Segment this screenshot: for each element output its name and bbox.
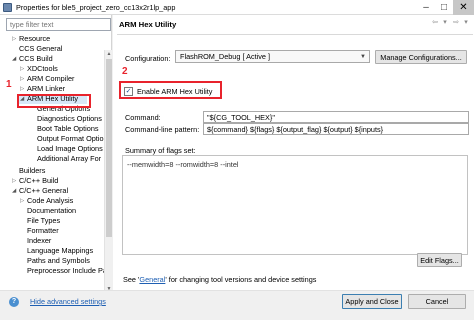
help-icon[interactable]: ? [9, 297, 19, 307]
tree-item-label: CCS Build [19, 54, 53, 63]
settings-pane: ARM Hex Utility ⇦ ▾ ⇨ ▾ Configuration: F… [113, 15, 474, 290]
tree-item-preprocessor-include-paths[interactable]: Preprocessor Include Pa [0, 266, 104, 276]
pattern-field[interactable]: ${command} ${flags} ${output_flag} ${out… [203, 123, 469, 135]
history-nav: ⇦ ▾ ⇨ ▾ [430, 18, 472, 28]
summary-label: Summary of flags set: [125, 146, 196, 155]
tree-item-label: Indexer [27, 236, 52, 245]
expand-arrow-icon[interactable]: ▷ [20, 74, 26, 82]
manage-configurations-button[interactable]: Manage Configurations... [375, 50, 467, 64]
tree-item-cpp-build[interactable]: ▷ C/C++ Build [0, 176, 104, 186]
tree-item-label: Additional Array For [37, 154, 102, 163]
tree-item-indexer[interactable]: Indexer [0, 236, 104, 246]
tree-item-label: Output Format Options [37, 134, 104, 143]
configuration-value: FlashROM_Debug [ Active ] [180, 52, 271, 61]
tree-item-paths-and-symbols[interactable]: Paths and Symbols [0, 256, 104, 266]
edit-flags-button[interactable]: Edit Flags... [417, 253, 462, 267]
maximize-icon[interactable]: □ [435, 0, 453, 15]
back-icon[interactable]: ⇦ [430, 18, 440, 28]
see-general-note: See 'General' for changing tool versions… [123, 275, 316, 284]
tree-item-diagnostics-options[interactable]: Diagnostics Options [0, 114, 104, 124]
tree-item-label: Resource [19, 34, 51, 43]
annotation-number-2: 2 [122, 66, 128, 77]
tree-item-ccs-general[interactable]: CCS General [0, 44, 104, 54]
hide-advanced-settings-link[interactable]: Hide advanced settings [30, 297, 106, 306]
window-titlebar: Properties for ble5_project_zero_cc13x2r… [0, 0, 474, 15]
tree-item-label: Paths and Symbols [27, 256, 90, 265]
tree-item-label: Documentation [27, 206, 77, 215]
expand-arrow-icon[interactable]: ▷ [20, 84, 26, 92]
filter-input[interactable] [6, 18, 111, 31]
summary-text: --memwidth=8 --romwidth=8 --intel [127, 160, 239, 169]
tree-item-additional-array-for[interactable]: Additional Array For [0, 154, 104, 164]
header-divider [117, 34, 473, 35]
tree-item-arm-linker[interactable]: ▷ ARM Linker [0, 84, 104, 94]
see-note-prefix: See ' [123, 275, 140, 284]
tree-item-language-mappings[interactable]: Language Mappings [0, 246, 104, 256]
annotation-number-1: 1 [6, 79, 12, 90]
forward-icon[interactable]: ⇨ [451, 18, 461, 28]
window-title: Properties for ble5_project_zero_cc13x2r… [16, 3, 176, 12]
expand-arrow-icon[interactable]: ▷ [12, 34, 18, 42]
collapse-arrow-icon[interactable]: ◢ [12, 186, 18, 194]
dialog-footer: ? Hide advanced settings Apply and Close… [0, 290, 474, 320]
tree-item-label: Language Mappings [27, 246, 94, 255]
tree-item-label: ARM Linker [27, 84, 66, 93]
tree-item-label: Builders [19, 166, 46, 175]
tree-item-label: CCS General [19, 44, 63, 53]
highlight-box-checkbox [119, 81, 222, 99]
tree-item-label: Code Analysis [27, 196, 74, 205]
expand-arrow-icon[interactable]: ▷ [12, 176, 18, 184]
tree-item-resource[interactable]: ▷ Resource [0, 34, 104, 44]
tree-item-cpp-general[interactable]: ◢ C/C++ General [0, 186, 104, 196]
tree-item-label: C/C++ General [19, 186, 69, 195]
close-icon[interactable]: ✕ [453, 0, 474, 15]
tree-item-label: Diagnostics Options [37, 114, 102, 123]
tree-item-boot-table-options[interactable]: Boot Table Options [0, 124, 104, 134]
forward-menu-icon[interactable]: ▾ [461, 18, 471, 28]
tree-item-load-image-options[interactable]: Load Image Options [0, 144, 104, 154]
tree-item-documentation[interactable]: Documentation [0, 206, 104, 216]
apply-and-close-button[interactable]: Apply and Close [342, 294, 402, 309]
general-link[interactable]: General [139, 275, 165, 284]
property-tree: ▷ Resource CCS General ◢ CCS Build ▷ XDC… [0, 34, 104, 290]
tree-item-label: File Types [27, 216, 61, 225]
tree-item-code-analysis[interactable]: ▷ Code Analysis [0, 196, 104, 206]
pattern-label: Command-line pattern: [125, 125, 200, 134]
tree-item-label: Preprocessor Include Pa [27, 266, 104, 275]
tree-item-label: Formatter [27, 226, 59, 235]
tree-item-output-format-options[interactable]: Output Format Options [0, 134, 104, 144]
tree-item-label: Load Image Options [37, 144, 103, 153]
scroll-thumb[interactable] [106, 59, 112, 237]
page-title: ARM Hex Utility [119, 20, 177, 29]
tree-item-builders[interactable]: Builders [0, 166, 104, 176]
tree-item-formatter[interactable]: Formatter [0, 226, 104, 236]
chevron-down-icon[interactable]: ▼ [360, 52, 366, 62]
collapse-arrow-icon[interactable]: ◢ [12, 54, 18, 62]
tree-item-xdctools[interactable]: ▷ XDCtools [0, 64, 104, 74]
configuration-select[interactable]: FlashROM_Debug [ Active ] ▼ [175, 50, 370, 63]
minimize-icon[interactable]: – [417, 0, 435, 15]
tree-item-file-types[interactable]: File Types [0, 216, 104, 226]
command-label: Command: [125, 113, 161, 122]
cancel-button[interactable]: Cancel [408, 294, 466, 309]
expand-arrow-icon[interactable]: ▷ [20, 64, 26, 72]
command-field[interactable]: "${CG_TOOL_HEX}" [203, 111, 469, 123]
scroll-up-icon[interactable]: ▲ [105, 50, 113, 58]
see-note-suffix: ' for changing tool versions and device … [165, 275, 317, 284]
tree-item-label: Boot Table Options [37, 124, 99, 133]
tree-vertical-scrollbar[interactable]: ▲ ▼ [104, 50, 112, 293]
property-tree-pane: ▷ Resource CCS General ◢ CCS Build ▷ XDC… [0, 15, 112, 301]
back-menu-icon[interactable]: ▾ [440, 18, 450, 28]
summary-textarea[interactable]: --memwidth=8 --romwidth=8 --intel [122, 155, 468, 255]
app-icon [3, 3, 12, 12]
highlight-box-tree [17, 94, 91, 108]
tree-item-label: ARM Compiler [27, 74, 75, 83]
tree-item-label: C/C++ Build [19, 176, 59, 185]
tree-item-label: XDCtools [27, 64, 58, 73]
tree-item-arm-compiler[interactable]: ▷ ARM Compiler [0, 74, 104, 84]
tree-item-ccs-build[interactable]: ◢ CCS Build [0, 54, 104, 64]
configuration-label: Configuration: [125, 54, 171, 63]
expand-arrow-icon[interactable]: ▷ [20, 196, 26, 204]
